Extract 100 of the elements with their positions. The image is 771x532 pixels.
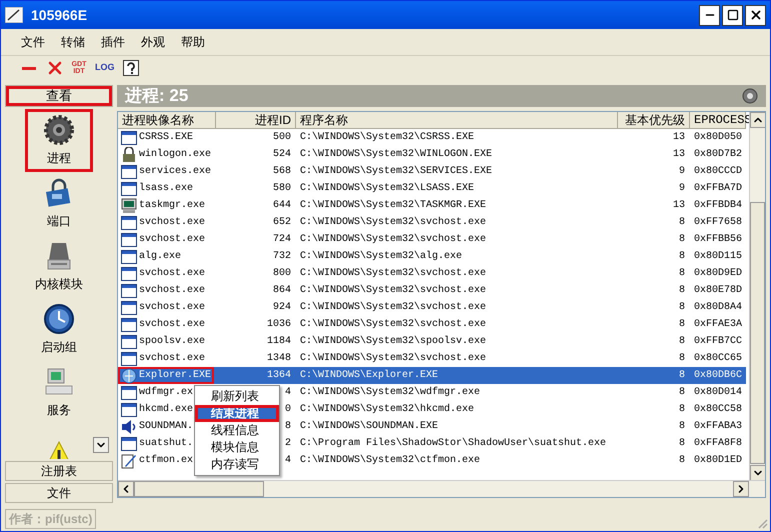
menu-item[interactable]: 插件 bbox=[101, 33, 125, 51]
column-header[interactable]: 基本优先级 bbox=[618, 112, 690, 129]
log-button[interactable]: LOG bbox=[93, 61, 116, 75]
context-menu-item[interactable]: 线程信息 bbox=[195, 422, 279, 439]
author-label: 作者：pif(ustc) bbox=[5, 509, 96, 529]
sidebar-item[interactable]: 端口 bbox=[25, 172, 93, 235]
minimize-button[interactable] bbox=[699, 4, 720, 26]
pen-icon bbox=[121, 452, 137, 468]
disc-icon bbox=[742, 88, 758, 104]
eprocess-address: 0xFFA8F8 bbox=[693, 437, 744, 451]
eprocess-address: 0xFFAE3A bbox=[693, 318, 744, 332]
scroll-thumb[interactable] bbox=[750, 202, 765, 464]
scroll-down-button[interactable] bbox=[93, 437, 109, 453]
process-id: 0 bbox=[284, 403, 291, 417]
window-icon bbox=[121, 266, 137, 282]
sidebar-item[interactable]: 服务 bbox=[25, 361, 93, 424]
selected-row[interactable]: Explorer.EXE 1364 C:\WINDOWS\Explorer.EXE 8 0x80DB6C bbox=[118, 367, 746, 384]
process-name[interactable]: spoolsv.exe bbox=[139, 333, 206, 350]
help-button[interactable] bbox=[122, 60, 138, 76]
column-header[interactable]: 程序名称 bbox=[296, 112, 618, 129]
process-id: 732 bbox=[272, 250, 291, 264]
program-path: C:\WINDOWS\System32\SERVICES.EXE bbox=[299, 164, 494, 179]
base-priority: 9 bbox=[678, 182, 686, 196]
context-menu-item[interactable]: 内存读写 bbox=[195, 456, 279, 473]
close-button[interactable] bbox=[745, 4, 766, 26]
close-icon bbox=[748, 8, 762, 22]
eprocess-address: 0x80D9ED bbox=[693, 267, 744, 281]
sidebar-tab[interactable]: 注册表 bbox=[5, 461, 113, 481]
window-icon bbox=[121, 214, 137, 230]
sidebar-item[interactable]: 启动组 bbox=[25, 298, 93, 361]
program-path: C:\WINDOWS\System32\ctfmon.exe bbox=[299, 454, 482, 468]
process-name[interactable]: svchost.exe bbox=[139, 282, 206, 299]
process-name[interactable]: CSRSS.EXE bbox=[139, 129, 194, 146]
window-icon bbox=[121, 402, 137, 418]
window-icon bbox=[121, 316, 137, 332]
base-priority: 8 bbox=[678, 335, 686, 349]
view-tab[interactable]: 查看 bbox=[5, 85, 113, 107]
base-priority: 8 bbox=[678, 420, 686, 434]
eprocess-address: 0x80DB6C bbox=[693, 369, 744, 383]
process-id: 724 bbox=[272, 233, 291, 247]
base-priority: 8 bbox=[678, 233, 686, 247]
process-name[interactable]: svchost.exe bbox=[139, 214, 206, 231]
maximize-icon bbox=[726, 9, 738, 21]
program-path: C:\WINDOWS\System32\wdfmgr.exe bbox=[299, 386, 482, 400]
context-menu-item[interactable]: 模块信息 bbox=[195, 439, 279, 456]
base-priority: 8 bbox=[678, 301, 686, 315]
eprocess-address: 0x80D014 bbox=[693, 386, 744, 400]
base-priority: 8 bbox=[678, 437, 686, 451]
process-id: 652 bbox=[272, 216, 291, 230]
process-name[interactable]: alg.exe bbox=[139, 248, 182, 265]
column-header[interactable]: 进程ID bbox=[216, 112, 296, 129]
process-name[interactable]: lsass.exe bbox=[139, 180, 194, 197]
program-path: C:\WINDOWS\System32\svchost.exe bbox=[299, 216, 488, 230]
eprocess-address: 0x80D050 bbox=[693, 131, 744, 145]
menu-item[interactable]: 文件 bbox=[21, 33, 45, 51]
process-name[interactable]: svchost.exe bbox=[139, 265, 206, 282]
process-name[interactable]: services.exe bbox=[139, 163, 212, 180]
menu-item[interactable]: 外观 bbox=[141, 33, 165, 51]
process-id: 8 bbox=[284, 420, 291, 434]
process-id: 4 bbox=[284, 454, 291, 468]
process-name[interactable]: SOUNDMAN. bbox=[139, 418, 194, 435]
maximize-button[interactable] bbox=[722, 4, 743, 26]
scroll-down-button[interactable] bbox=[750, 465, 765, 481]
eprocess-address: 0x80D115 bbox=[693, 250, 744, 264]
eprocess-address: 0x80D7B2 bbox=[693, 148, 744, 162]
process-name[interactable]: hkcmd.exe bbox=[139, 401, 194, 418]
process-name[interactable]: suatshut. bbox=[139, 435, 194, 452]
program-path: C:\WINDOWS\System32\svchost.exe bbox=[299, 232, 488, 247]
process-name[interactable]: winlogon.exe bbox=[139, 146, 212, 163]
scroll-right-button[interactable] bbox=[733, 481, 749, 497]
base-priority: 8 bbox=[678, 369, 686, 383]
process-name[interactable]: svchost.exe bbox=[139, 350, 206, 367]
sidebar-item[interactable]: 进程 bbox=[25, 109, 93, 172]
sidebar-item[interactable]: 内核模块 bbox=[25, 235, 93, 298]
program-path: C:\Program Files\ShadowStor\ShadowUser\suatshut.exe bbox=[299, 436, 608, 451]
process-name[interactable]: svchost.exe bbox=[139, 299, 206, 316]
scroll-thumb[interactable] bbox=[134, 481, 264, 497]
program-path: C:\WINDOWS\System32\WINLOGON.EXE bbox=[299, 148, 494, 162]
program-path: C:\WINDOWS\System32\TASKMGR.EXE bbox=[299, 198, 488, 213]
process-name[interactable]: ctfmon.ex bbox=[139, 452, 194, 469]
scroll-up-button[interactable] bbox=[750, 112, 765, 128]
base-priority: 13 bbox=[672, 199, 686, 213]
view-tab-label: 查看 bbox=[46, 87, 72, 106]
sidebar-tab[interactable]: 文件 bbox=[5, 483, 113, 503]
window-title: 105966E bbox=[31, 6, 88, 24]
column-header[interactable]: 进程映像名称 bbox=[118, 112, 216, 129]
panel-title: 进程: 25 bbox=[125, 85, 190, 108]
process-name[interactable]: svchost.exe bbox=[139, 316, 206, 333]
base-priority: 13 bbox=[672, 131, 686, 145]
process-name[interactable]: taskmgr.exe bbox=[139, 197, 206, 214]
scroll-left-button[interactable] bbox=[118, 481, 134, 497]
eprocess-address: 0x80D1ED bbox=[693, 454, 744, 468]
process-name[interactable]: svchost.exe bbox=[139, 231, 206, 248]
process-name[interactable]: Explorer.EXE bbox=[139, 367, 212, 384]
context-menu-item[interactable]: 刷新列表 bbox=[195, 388, 279, 405]
menu-item[interactable]: 帮助 bbox=[181, 33, 205, 51]
eprocess-address: 0x80D8A4 bbox=[693, 301, 744, 315]
base-priority: 9 bbox=[678, 165, 686, 179]
menu-item[interactable]: 转储 bbox=[61, 33, 85, 51]
process-name[interactable]: wdfmgr.ex bbox=[139, 384, 194, 401]
